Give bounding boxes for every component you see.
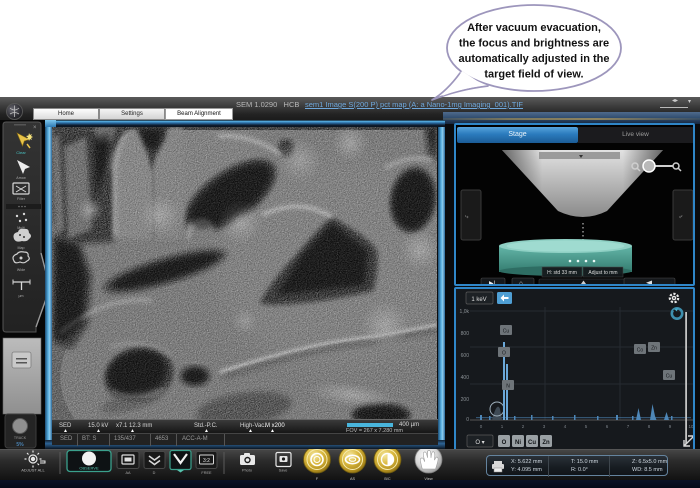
- svg-text:target field of view.: target field of view.: [484, 69, 583, 81]
- svg-text:Save: Save: [279, 469, 288, 473]
- svg-text:Co: Co: [637, 348, 644, 354]
- svg-text:Clear: Clear: [16, 150, 26, 155]
- svg-text:O: O: [502, 351, 506, 357]
- svg-text:O ▾: O ▾: [475, 440, 484, 446]
- svg-text:Arrow: Arrow: [16, 176, 26, 180]
- svg-text:H: std 33 mm: H: std 33 mm: [547, 270, 577, 276]
- svg-text:Photo: Photo: [242, 469, 252, 473]
- svg-text:Adjust to mm: Adjust to mm: [588, 270, 617, 276]
- svg-text:⌂: ⌂: [519, 280, 523, 286]
- svg-text:600: 600: [461, 353, 470, 359]
- svg-text:FREE: FREE: [201, 471, 212, 475]
- svg-text:O: O: [502, 440, 507, 446]
- svg-text:AA: AA: [125, 471, 131, 475]
- svg-text:10: 10: [688, 424, 694, 429]
- svg-text:automatically adjusted in the: automatically adjusted in the: [459, 53, 610, 65]
- svg-text:3:2: 3:2: [203, 458, 210, 464]
- svg-text:Cu: Cu: [528, 440, 536, 446]
- svg-text:TRACK: TRACK: [14, 436, 27, 440]
- svg-text:Map: Map: [18, 246, 25, 250]
- svg-text:ADJUST ALL: ADJUST ALL: [21, 468, 45, 473]
- svg-text:1,0k: 1,0k: [460, 309, 470, 315]
- svg-text:OBSERVE: OBSERVE: [79, 466, 99, 471]
- svg-text:Ni: Ni: [515, 440, 521, 446]
- svg-text:×: ×: [33, 125, 37, 131]
- svg-text:the focus and brightness are: the focus and brightness are: [459, 38, 609, 50]
- svg-text:Cu: Cu: [503, 329, 510, 335]
- svg-text:Filter: Filter: [17, 197, 26, 201]
- svg-text:µm: µm: [18, 294, 23, 298]
- svg-text:0: 0: [466, 417, 469, 423]
- svg-text:800: 800: [461, 331, 470, 337]
- svg-text:200: 200: [461, 397, 470, 403]
- svg-text:N: N: [506, 384, 510, 390]
- svg-text:Cu: Cu: [666, 374, 673, 380]
- svg-text:5%: 5%: [16, 442, 24, 448]
- svg-text:D: D: [153, 471, 156, 475]
- svg-text:Wide: Wide: [17, 268, 25, 272]
- svg-text:Zn: Zn: [651, 346, 657, 352]
- svg-text:After vacuum evacuation,: After vacuum evacuation,: [467, 22, 601, 34]
- svg-text:Zn: Zn: [542, 440, 550, 446]
- svg-text:▶|: ▶|: [489, 281, 496, 286]
- svg-text:1 keV: 1 keV: [471, 297, 486, 303]
- svg-text:400: 400: [461, 375, 470, 381]
